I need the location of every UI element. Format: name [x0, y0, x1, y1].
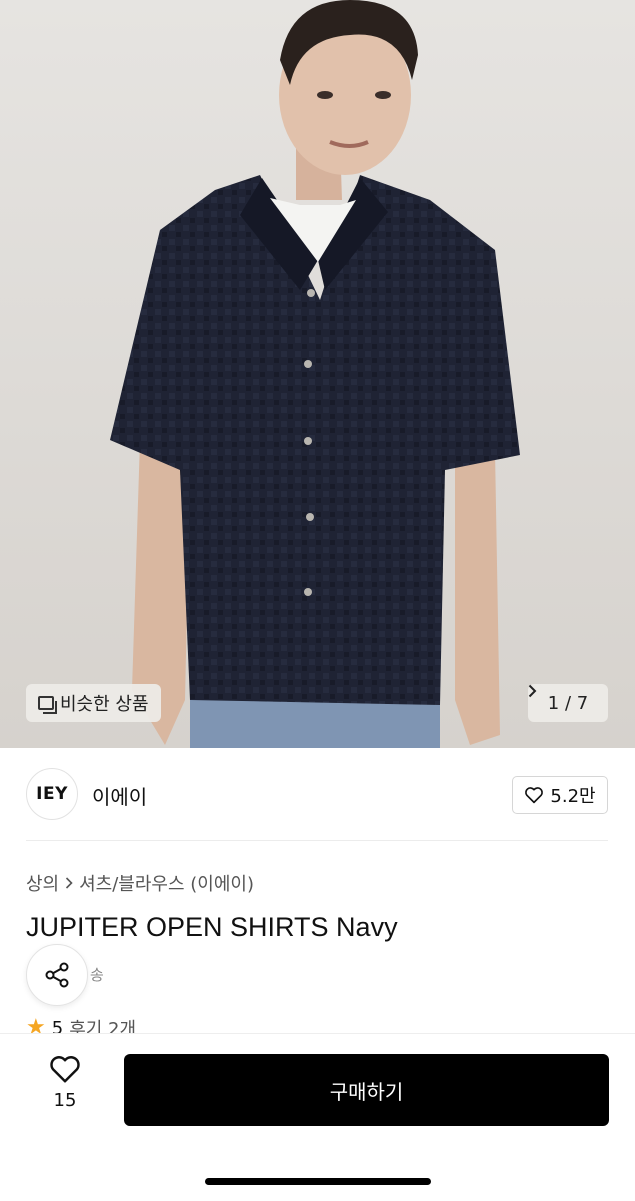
product-image[interactable]: 비슷한 상품 1 / 7	[0, 0, 635, 748]
image-counter: 1 / 7	[547, 692, 589, 714]
bottom-action-bar: 15 구매하기	[0, 1033, 635, 1201]
breadcrumb-category[interactable]: 상의	[26, 870, 59, 896]
shipping-info-partial: 송	[90, 966, 104, 984]
seller-like-button[interactable]: 5.2만	[512, 776, 608, 814]
home-indicator	[205, 1178, 431, 1185]
image-counter-button[interactable]: 1 / 7	[528, 684, 608, 722]
seller-logo[interactable]: IEY	[26, 768, 78, 820]
chevron-right-icon	[528, 684, 537, 698]
share-icon	[45, 962, 69, 988]
product-title: JUPITER OPEN SHIRTS Navy	[26, 912, 398, 942]
heart-icon	[525, 787, 544, 804]
divider	[26, 840, 608, 841]
share-button[interactable]	[26, 944, 88, 1006]
seller-like-count: 5.2만	[550, 786, 596, 807]
product-photo	[110, 0, 520, 748]
breadcrumb-subcategory[interactable]: 셔츠/블라우스 (이에이)	[79, 870, 254, 896]
similar-icon	[38, 696, 57, 714]
similar-products-button[interactable]: 비슷한 상품	[26, 684, 161, 722]
heart-icon	[50, 1056, 80, 1083]
chevron-right-icon	[66, 877, 73, 889]
seller-name[interactable]: 이에이	[92, 781, 147, 810]
wishlist-count: 15	[53, 1090, 77, 1111]
similar-products-label: 비슷한 상품	[60, 694, 149, 715]
breadcrumb: 상의 셔츠/블라우스 (이에이)	[26, 870, 254, 896]
buy-button[interactable]: 구매하기	[124, 1054, 609, 1126]
seller-row[interactable]: IEY 이에이 5.2만	[26, 768, 608, 822]
wishlist-button[interactable]: 15	[40, 1054, 90, 1111]
